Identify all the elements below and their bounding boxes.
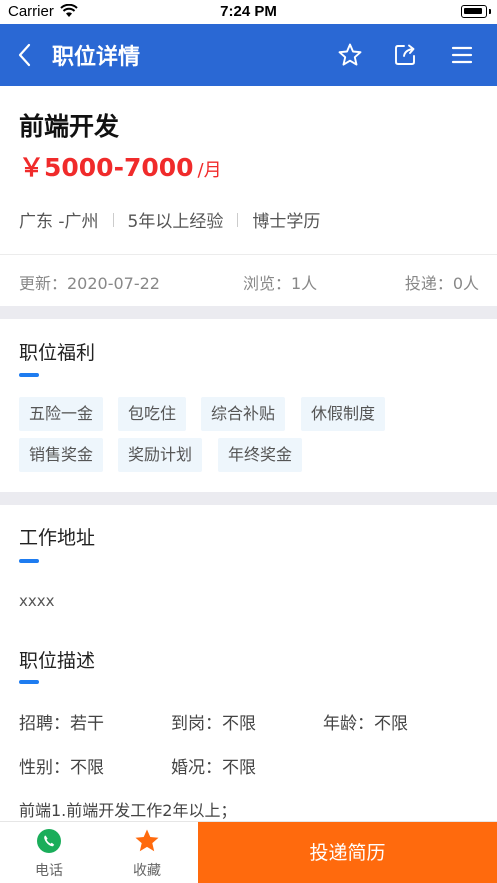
benefit-tag: 年终奖金 — [218, 438, 303, 472]
divider — [0, 254, 497, 255]
job-meta: 广东 -广州 5年以上经验 博士学历 — [19, 207, 320, 232]
address-title: 工作地址 — [19, 527, 96, 549]
description-title: 职位描述 — [19, 650, 96, 672]
salary-value: ￥5000-7000 — [19, 153, 194, 182]
clock: 7:24 PM — [220, 3, 277, 20]
benefits-title: 职位福利 — [19, 342, 96, 364]
salary: ￥5000-7000/月 — [19, 148, 222, 184]
description-text: 前端1.前端开发工作2年以上； — [19, 801, 237, 820]
benefit-tag: 综合补贴 — [201, 397, 286, 431]
menu-icon[interactable] — [448, 41, 476, 69]
apply-resume-button[interactable]: 投递简历 — [198, 822, 497, 883]
section-gap — [0, 492, 497, 505]
benefit-tag: 五险一金 — [19, 397, 104, 431]
job-title: 前端开发 — [19, 112, 120, 141]
phone-icon — [37, 829, 61, 853]
salary-unit: /月 — [197, 160, 222, 181]
marital-requirement: 婚况：不限 — [171, 758, 256, 778]
onboard-time: 到岗：不限 — [171, 714, 256, 734]
work-address: xxxx — [19, 592, 55, 610]
nav-bar: 职位详情 — [0, 24, 497, 86]
battery-icon — [461, 5, 491, 18]
benefit-tag: 奖励计划 — [118, 438, 203, 472]
page-title: 职位详情 — [52, 45, 141, 70]
update-date: 更新：2020-07-22 — [19, 274, 160, 293]
phone-label: 电话 — [35, 863, 63, 879]
back-icon[interactable] — [14, 42, 36, 68]
star-icon — [135, 829, 159, 852]
share-icon[interactable] — [392, 41, 420, 69]
section-gap — [0, 306, 497, 319]
bottom-action-bar: 电话 收藏 投递简历 — [0, 821, 497, 883]
gender-requirement: 性别：不限 — [19, 758, 104, 778]
job-location: 广东 -广州 — [19, 212, 99, 232]
phone-button[interactable]: 电话 — [0, 822, 98, 883]
job-experience: 5年以上经验 — [127, 212, 224, 232]
section-underline — [19, 373, 39, 377]
section-underline — [19, 559, 39, 563]
view-count: 浏览：1人 — [243, 274, 318, 293]
benefit-tag: 休假制度 — [301, 397, 386, 431]
meta-divider — [112, 212, 114, 227]
favorite-button[interactable]: 收藏 — [98, 822, 196, 883]
meta-divider — [237, 212, 239, 227]
recruit-count: 招聘：若干 — [19, 714, 104, 734]
applied-count: 投递：0人 — [404, 274, 479, 293]
benefit-tag: 销售奖金 — [19, 438, 104, 472]
favorite-label: 收藏 — [133, 863, 161, 879]
status-bar: Carrier 7:24 PM — [0, 0, 497, 24]
age-requirement: 年龄：不限 — [323, 714, 408, 734]
section-underline — [19, 680, 39, 684]
benefit-tag: 包吃住 — [118, 397, 187, 431]
star-icon[interactable] — [336, 41, 364, 69]
job-education: 博士学历 — [252, 212, 321, 232]
